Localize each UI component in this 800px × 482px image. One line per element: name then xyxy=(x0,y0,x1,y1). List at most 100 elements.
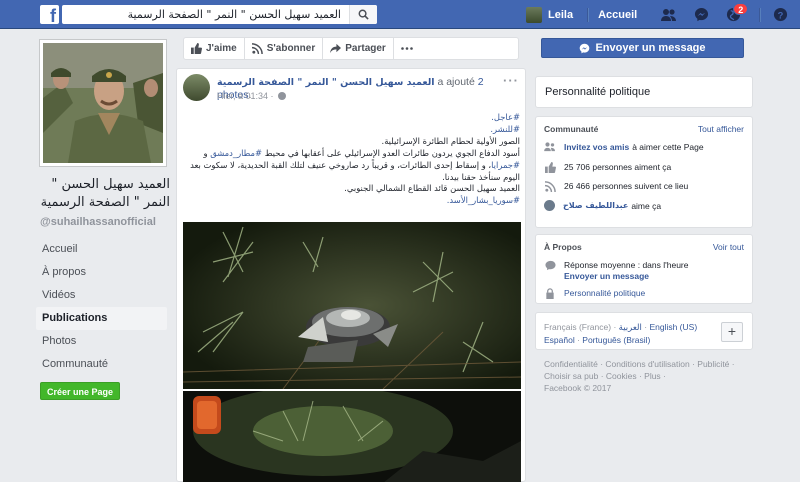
lock-icon xyxy=(544,287,556,299)
post-photo-wreckage[interactable] xyxy=(183,222,521,389)
share-arrow-icon xyxy=(330,43,342,54)
follows-count[interactable]: 26 466 personnes suivent ce lieu xyxy=(564,181,688,191)
follow-button[interactable]: S'abonner xyxy=(245,38,324,59)
invite-friends-text: à aimer cette Page xyxy=(632,142,704,152)
user-name-link[interactable]: Leila xyxy=(548,9,573,21)
footer-links-2-text: Choisir sa pub · Cookies · Plus · xyxy=(544,371,666,381)
invite-friends-icon xyxy=(544,141,556,153)
lang-arabic-link[interactable]: العربية xyxy=(619,323,642,333)
post-line: الصور الأولية لحطام الطائرة الإسرائيلية. xyxy=(381,135,520,146)
avatar[interactable] xyxy=(526,6,542,23)
about-category-row: Personnalité politique xyxy=(544,287,645,299)
response-time-text: Réponse moyenne : dans l'heure xyxy=(564,260,689,270)
top-nav: Leila Accueil 2 ? xyxy=(526,0,800,29)
nav-divider-2 xyxy=(759,7,761,22)
footer-links-2[interactable]: Choisir sa pub · Cookies · Plus · xyxy=(544,370,754,382)
page-profile-picture[interactable] xyxy=(40,40,166,166)
hashtag-link[interactable]: #عاجل. xyxy=(491,112,520,122)
search-button[interactable] xyxy=(349,5,377,24)
post-author-link[interactable]: العميد سهيل الحسن " النمر " الصفحة الرسم… xyxy=(217,77,435,88)
hashtag-link[interactable]: #جمرايا xyxy=(491,160,520,170)
page-action-bar: J'aime S'abonner Partager xyxy=(183,37,519,60)
like-button[interactable]: J'aime xyxy=(184,38,245,59)
svg-text:?: ? xyxy=(777,10,783,20)
friend-likes-row: عبداللطيف صلاح aime ça xyxy=(544,200,661,211)
likes-count[interactable]: 25 706 personnes aiment ça xyxy=(564,162,671,172)
hashtag-link[interactable]: #للنشر. xyxy=(490,124,520,134)
post-line: العميد سهيل الحسن قائد القطاع الشمالي ال… xyxy=(344,183,520,194)
nav-item-accueil[interactable]: Accueil xyxy=(36,238,167,261)
about-see-all-link[interactable]: Voir tout xyxy=(713,242,744,252)
community-title: Communauté xyxy=(544,124,599,134)
top-bar: f Leila Accueil 2 ? xyxy=(0,0,800,29)
about-category-link[interactable]: Personnalité politique xyxy=(564,288,645,298)
messenger-icon[interactable] xyxy=(691,5,711,25)
create-page-button[interactable]: Créer une Page xyxy=(40,382,120,400)
invite-friends-link[interactable]: Invitez vos amis xyxy=(564,142,629,152)
follow-label: S'abonner xyxy=(266,43,316,54)
nav-item-photos[interactable]: Photos xyxy=(36,330,167,353)
lang-current: Français (France) xyxy=(544,322,612,332)
post-timestamp[interactable]: Hier, à 01:34 · xyxy=(217,91,287,101)
nav-item-communaute[interactable]: Communauté xyxy=(36,353,167,376)
home-link[interactable]: Accueil xyxy=(598,9,637,21)
share-button[interactable]: Partager xyxy=(323,38,394,59)
community-card: Communauté Tout afficher Invitez vos ami… xyxy=(535,116,753,228)
globe-icon xyxy=(278,92,287,100)
search-bar xyxy=(62,5,377,24)
globe-notifications-icon[interactable]: 2 xyxy=(723,2,749,25)
post-line: اليوم سنأخذ حقنا بيدنا. xyxy=(442,171,520,182)
like-label: J'aime xyxy=(206,43,237,54)
about-title: À Propos xyxy=(544,242,582,252)
nav-item-videos[interactable]: Vidéos xyxy=(36,284,167,307)
post-line: #جمرايا، و إسقاط إحدى الطائرات، و قريباً… xyxy=(185,160,520,172)
thumbs-up-icon xyxy=(191,43,202,54)
wreckage-photo xyxy=(183,222,521,389)
facebook-logo[interactable]: f xyxy=(40,5,59,24)
search-input[interactable] xyxy=(62,6,349,23)
post-action-text: a ajouté xyxy=(437,76,475,88)
footer-links-1[interactable]: Confidentialité · Conditions d'utilisati… xyxy=(544,358,754,370)
footer: Confidentialité · Conditions d'utilisati… xyxy=(544,358,754,394)
invite-friends-row: Invitez vos amis à aimer cette Page xyxy=(544,141,704,153)
footer-copyright: Facebook © 2017 xyxy=(544,383,612,393)
friend-avatar[interactable] xyxy=(544,200,555,211)
more-languages-button[interactable]: + xyxy=(721,322,743,342)
nav-divider xyxy=(587,7,589,22)
follows-row: 26 466 personnes suivent ce lieu xyxy=(544,180,688,192)
nav-item-a-propos[interactable]: À propos xyxy=(36,261,167,284)
about-send-message-link[interactable]: Envoyer un message xyxy=(564,271,649,281)
night-photo xyxy=(183,391,521,482)
page-title[interactable]: العميد سهيل الحسن " النمر " الصفحة الرسم… xyxy=(40,176,170,212)
nav-item-publications[interactable]: Publications xyxy=(36,307,167,330)
page-handle[interactable]: @suhailhassanofficial xyxy=(40,216,156,228)
about-send-message-row: Envoyer un message xyxy=(564,271,652,281)
notification-badge: 2 xyxy=(733,2,749,15)
hashtag-link[interactable]: #سوريا_بشار_الأسد. xyxy=(447,195,520,205)
friend-likes-text: aime ça xyxy=(631,200,662,211)
hashtag-link[interactable]: #مطار_دمشق xyxy=(210,148,262,158)
messenger-icon xyxy=(580,43,590,53)
community-see-all-link[interactable]: Tout afficher xyxy=(698,124,744,134)
help-icon[interactable]: ? xyxy=(770,5,790,25)
page-nav: Accueil À propos Vidéos Publications Pho… xyxy=(36,238,167,376)
thumbs-up-icon xyxy=(544,161,556,173)
lang-spanish-link[interactable]: Español xyxy=(544,335,575,345)
more-options-button[interactable] xyxy=(394,38,424,59)
lang-portuguese-link[interactable]: Português (Brasil) xyxy=(582,335,650,345)
dropdown-arrow-icon[interactable] xyxy=(794,5,800,25)
language-card: Français (France) · العربية · English (U… xyxy=(535,312,753,350)
language-list: Français (France) · العربية · English (U… xyxy=(544,322,698,345)
friend-requests-icon[interactable] xyxy=(659,5,679,25)
post-line: أسود الدفاع الجوي يردون طائرات العدو الإ… xyxy=(185,148,521,160)
send-message-button[interactable]: Envoyer un message xyxy=(541,38,744,58)
chat-bubble-icon xyxy=(544,259,556,271)
rss-icon xyxy=(251,43,263,54)
post-author-avatar[interactable] xyxy=(183,74,210,101)
lang-english-link[interactable]: English (US) xyxy=(649,322,697,332)
ellipsis-icon xyxy=(401,47,413,50)
post-photo-night[interactable] xyxy=(183,391,521,482)
friend-name-link[interactable]: عبداللطيف صلاح xyxy=(563,201,628,210)
post-options-icon[interactable]: ··· xyxy=(503,73,519,88)
page-category[interactable]: Personnalité politique xyxy=(545,86,650,98)
